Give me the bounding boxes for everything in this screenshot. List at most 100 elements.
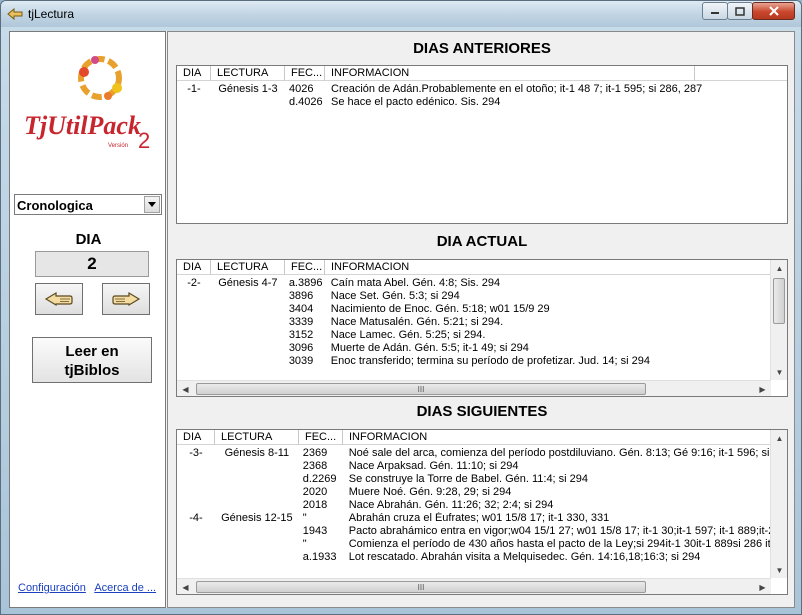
cell-dia: -3- bbox=[189, 447, 203, 459]
cell-fecha: d.4026 bbox=[289, 96, 323, 108]
next-day-button[interactable] bbox=[102, 283, 150, 315]
table-row[interactable]: 3039 Enoc transferido; termina su período… bbox=[177, 355, 770, 368]
col-header-lectura[interactable]: LECTURA bbox=[215, 430, 299, 445]
cell-lectura bbox=[215, 551, 299, 564]
cell-informacion: Caín mata Abel. Gén. 4:8; Sis. 294 bbox=[330, 277, 501, 289]
cell-informacion: Creación de Adán.Probablemente en el oto… bbox=[331, 83, 703, 95]
cell-fecha: a.3896 bbox=[288, 277, 323, 289]
scroll-thumb[interactable] bbox=[773, 278, 785, 324]
next-days-grid[interactable]: DIA LECTURA FEC... INFORMACION -3- Génesi… bbox=[176, 429, 788, 595]
footer-links: Configuración Acerca de ... bbox=[18, 582, 162, 594]
table-row[interactable]: " Comienza el período de 430 años hasta e… bbox=[177, 538, 770, 551]
col-header-informacion[interactable]: INFORMACION bbox=[325, 66, 695, 81]
col-header-dia[interactable]: DIA bbox=[177, 430, 215, 445]
scroll-down-arrow[interactable]: ▼ bbox=[771, 364, 787, 380]
maximize-button[interactable] bbox=[727, 2, 753, 20]
col-header-dia[interactable]: DIA bbox=[177, 260, 211, 275]
cell-informacion: Se hace el pacto edénico. Sis. 294 bbox=[331, 96, 501, 108]
scroll-thumb[interactable]: III bbox=[196, 383, 646, 395]
table-row[interactable]: 2018 Nace Abrahán. Gén. 11:26; 32; 2:4; s… bbox=[177, 499, 770, 512]
scroll-up-arrow[interactable]: ▲ bbox=[771, 430, 787, 446]
table-row[interactable]: -4- Génesis 12-15 " Abrahán cruza el Éufrat… bbox=[177, 512, 770, 525]
app-icon bbox=[7, 7, 23, 21]
read-in-tjbiblos-button[interactable]: Leer en tjBiblos bbox=[32, 337, 152, 383]
table-row[interactable]: 3152 Nace Lamec. Gén. 5:25; si 294. bbox=[177, 329, 770, 342]
table-row[interactable]: 2368 Nace Arpaksad. Gén. 11:10; si 294 bbox=[177, 460, 770, 473]
table-row[interactable]: 3339 Nace Matusalén. Gén. 5:21; si 294. bbox=[177, 316, 770, 329]
scroll-up-arrow[interactable]: ▲ bbox=[771, 260, 787, 276]
next-grid-header: DIA LECTURA FEC... INFORMACION bbox=[177, 430, 771, 445]
read-button-line1: Leer en bbox=[65, 343, 119, 360]
next-grid-rows: -3- Génesis 8-11 2369 Noé sale del arca, co… bbox=[177, 447, 770, 564]
scroll-thumb[interactable]: III bbox=[196, 581, 646, 593]
current-vertical-scrollbar[interactable]: ▲ ▼ bbox=[770, 260, 787, 380]
cell-fecha: 3896 bbox=[288, 290, 314, 302]
cell-dia: -1- bbox=[187, 83, 201, 95]
configuration-link[interactable]: Configuración bbox=[18, 582, 86, 594]
col-header-informacion[interactable]: INFORMACION bbox=[343, 430, 771, 445]
cell-dia: -2- bbox=[187, 277, 201, 289]
table-row[interactable]: 1943 Pacto abrahámico entra en vigor;w04 … bbox=[177, 525, 770, 538]
cell-lectura bbox=[211, 303, 285, 316]
cell-informacion: Pacto abrahámico entra en vigor;w04 15/1… bbox=[348, 525, 771, 537]
cell-lectura bbox=[211, 329, 285, 342]
table-row[interactable]: 3404 Nacimiento de Enoc. Gén. 5:18; w01 1… bbox=[177, 303, 770, 316]
col-header-lectura[interactable]: LECTURA bbox=[211, 260, 285, 275]
table-row[interactable]: 3096 Muerte de Adán. Gén. 5:5; it-1 49; s… bbox=[177, 342, 770, 355]
col-header-fecha[interactable]: FEC... bbox=[285, 66, 325, 81]
client-area: TjUtilPack Versión 2 Cronologica DIA 2 L… bbox=[9, 31, 795, 608]
minimize-button[interactable] bbox=[702, 2, 728, 20]
title-bar[interactable]: tjLectura bbox=[1, 1, 801, 27]
cell-fecha: 2018 bbox=[302, 499, 328, 511]
current-horizontal-scrollbar[interactable]: ◀ III ▶ bbox=[177, 380, 771, 396]
cell-fecha: 1943 bbox=[302, 525, 328, 537]
chevron-down-icon bbox=[148, 202, 156, 207]
logo-text: TjUtilPack bbox=[24, 111, 141, 140]
table-row[interactable]: -3- Génesis 8-11 2369 Noé sale del arca, co… bbox=[177, 447, 770, 460]
cell-dia bbox=[177, 303, 211, 316]
next-vertical-scrollbar[interactable]: ▲ ▼ bbox=[770, 430, 787, 578]
table-row[interactable]: a.1933 Lot rescatado. Abrahán visita a Me… bbox=[177, 551, 770, 564]
scroll-left-arrow[interactable]: ◀ bbox=[177, 579, 194, 594]
order-combo-value: Cronologica bbox=[17, 198, 93, 213]
col-header-fecha[interactable]: FEC... bbox=[285, 260, 325, 275]
cell-lectura bbox=[215, 525, 299, 538]
cell-fecha: " bbox=[302, 538, 307, 550]
col-header-lectura[interactable]: LECTURA bbox=[211, 66, 285, 81]
cell-lectura: Génesis 12-15 bbox=[221, 512, 293, 524]
scroll-left-arrow[interactable]: ◀ bbox=[177, 381, 194, 396]
table-row[interactable]: -1- Génesis 1-3 4026 Creación de Adán.Proba… bbox=[177, 83, 787, 96]
scroll-right-arrow[interactable]: ▶ bbox=[754, 381, 771, 396]
combo-dropdown-button[interactable] bbox=[144, 196, 160, 213]
col-header-dia[interactable]: DIA bbox=[177, 66, 211, 81]
table-row[interactable]: 2020 Muere Noé. Gén. 9:28, 29; si 294 bbox=[177, 486, 770, 499]
current-day-grid[interactable]: DIA LECTURA FEC... INFORMACION -2- Génesi… bbox=[176, 259, 788, 397]
col-header-fecha[interactable]: FEC... bbox=[299, 430, 343, 445]
cell-lectura: Génesis 4-7 bbox=[218, 277, 278, 289]
cell-lectura bbox=[215, 460, 299, 473]
scroll-right-arrow[interactable]: ▶ bbox=[754, 579, 771, 594]
cell-fecha: 3039 bbox=[288, 355, 314, 367]
previous-day-button[interactable] bbox=[35, 283, 83, 315]
order-combo[interactable]: Cronologica bbox=[14, 194, 162, 215]
table-row[interactable]: d.4026 Se hace el pacto edénico. Sis. 294 bbox=[177, 96, 787, 109]
current-grid-rows: -2- Génesis 4-7 a.3896 Caín mata Abel. Gén.… bbox=[177, 277, 770, 368]
app-window: tjLectura TjUtilPack Versión 2 Cronologi… bbox=[0, 0, 802, 615]
col-header-informacion[interactable]: INFORMACION bbox=[325, 260, 771, 275]
cell-informacion: Nace Abrahán. Gén. 11:26; 32; 2:4; si 29… bbox=[348, 499, 554, 511]
prev-days-grid[interactable]: DIA LECTURA FEC... INFORMACION -1- Génesi… bbox=[176, 65, 788, 224]
cell-fecha: 3096 bbox=[288, 342, 314, 354]
cell-dia bbox=[177, 316, 211, 329]
close-button[interactable] bbox=[752, 2, 795, 20]
minimize-icon bbox=[711, 12, 719, 14]
table-row[interactable]: -2- Génesis 4-7 a.3896 Caín mata Abel. Gén.… bbox=[177, 277, 770, 290]
logo-version-label: Versión bbox=[108, 143, 128, 149]
next-horizontal-scrollbar[interactable]: ◀ III ▶ bbox=[177, 578, 771, 594]
table-row[interactable]: d.2269 Se construye la Torre de Babel. Gé… bbox=[177, 473, 770, 486]
about-link[interactable]: Acerca de ... bbox=[94, 582, 156, 594]
scroll-down-arrow[interactable]: ▼ bbox=[771, 562, 787, 578]
table-row[interactable]: 3896 Nace Set. Gén. 5:3; si 294 bbox=[177, 290, 770, 303]
cell-dia bbox=[177, 486, 215, 499]
dia-label: DIA bbox=[75, 231, 102, 248]
cell-informacion: Nacimiento de Enoc. Gén. 5:18; w01 15/9 … bbox=[330, 303, 550, 315]
